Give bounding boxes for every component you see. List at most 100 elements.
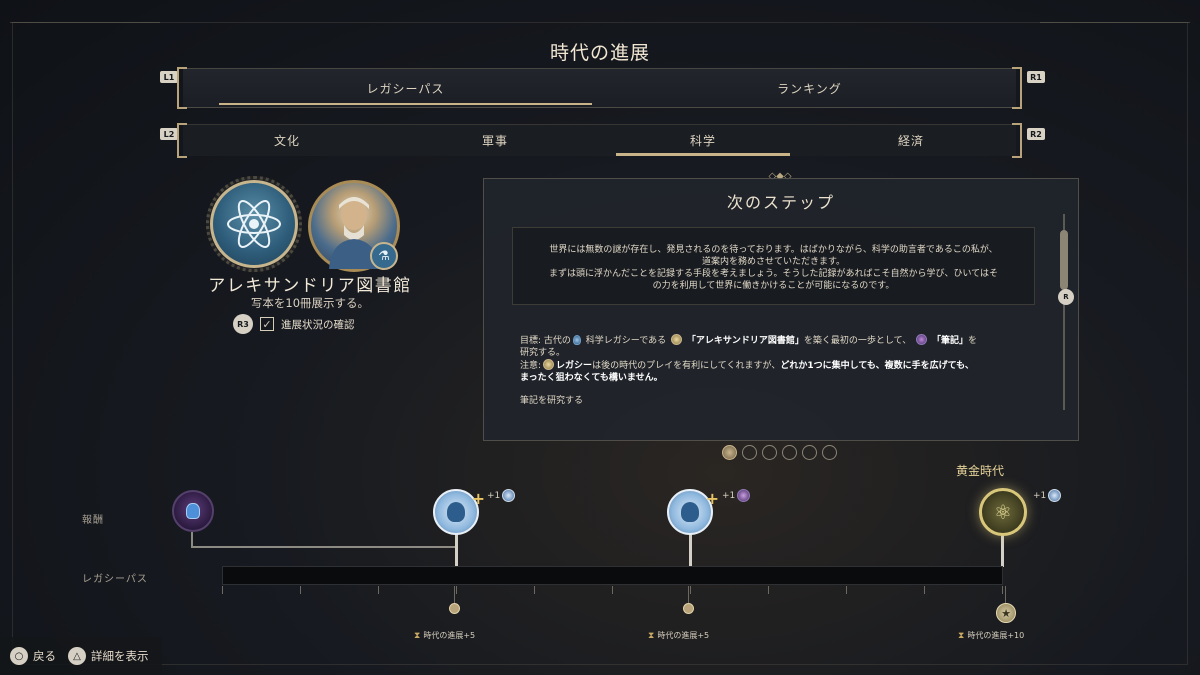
milestone-marker-icon[interactable] xyxy=(683,603,694,614)
milestone-line xyxy=(688,586,689,604)
track-tick xyxy=(300,586,301,594)
panel-title: 次のステップ xyxy=(726,193,835,212)
legacy-icon xyxy=(671,334,683,345)
note-line: 注意: レガシーは後の時代のプレイを有利にしてくれますが、どれか1つに集中しても、… xyxy=(520,359,1030,373)
note-line-2: まったく狙わなくても構いません。 xyxy=(520,372,663,383)
r1-button-hint[interactable]: R1 xyxy=(1027,71,1045,83)
quote-line: の力を利用して世界に働きかけることが可能になるのです。 xyxy=(652,281,895,291)
scientist-plus-icon[interactable]: + xyxy=(667,489,719,535)
track-tick xyxy=(456,586,457,594)
reward-stem xyxy=(1001,532,1004,567)
milestone-label: ⧗ 時代の進展+5 xyxy=(414,630,475,641)
hourglass-icon: ⧗ xyxy=(958,630,965,641)
research-writing-link[interactable]: 筆記を研究する xyxy=(520,393,583,406)
golden-atom-icon[interactable]: ⚛ xyxy=(979,488,1027,536)
tab-economy[interactable]: 経済 xyxy=(807,125,1015,156)
panel-scrollbar[interactable] xyxy=(1060,214,1068,410)
reward-bonus: +1 xyxy=(1033,489,1062,502)
milestone-text: 時代の進展+5 xyxy=(657,631,710,640)
note-bold: レガシー xyxy=(556,361,593,371)
milestone-line xyxy=(454,586,455,604)
bonus-text: +1 xyxy=(487,490,501,501)
tab-military[interactable]: 軍事 xyxy=(391,125,599,156)
reward-stem xyxy=(455,530,458,567)
track-tick xyxy=(846,586,847,594)
legacy-progress-track xyxy=(222,566,1003,585)
flask-icon xyxy=(186,503,200,519)
tab-ranking[interactable]: ランキング xyxy=(603,69,1016,107)
l1-button-hint[interactable]: L1 xyxy=(160,71,178,83)
reward-bonus: +1 xyxy=(722,489,751,502)
scientist-plus-icon[interactable]: + xyxy=(433,489,485,535)
triangle-button-icon: △ xyxy=(68,647,86,665)
show-details-button[interactable]: △ 詳細を表示 xyxy=(68,647,149,665)
quote-line: まずは頭に浮かんだことを記録する手段を考えましょう。そうした記録があればこそ自然… xyxy=(548,269,998,279)
goal-prefix: 目標: 古代の xyxy=(520,336,571,346)
pager-dot[interactable] xyxy=(822,445,837,460)
science-badge-icon xyxy=(1048,489,1062,502)
r-stick-scroll-hint[interactable]: R xyxy=(1058,289,1074,305)
progress-checkbox[interactable]: ✓ xyxy=(260,317,274,331)
pager-dot[interactable] xyxy=(722,445,737,460)
note-prefix: 注意: xyxy=(520,361,542,371)
hourglass-icon: ⧗ xyxy=(414,630,421,641)
goal-suffix: を xyxy=(967,336,977,346)
category-tab-bar: 文化 軍事 科学 経済 xyxy=(177,123,1022,158)
back-button[interactable]: ○ 戻る xyxy=(10,647,56,665)
science-badge-icon xyxy=(502,489,516,502)
bonus-text: +1 xyxy=(1033,490,1047,501)
pager-dot[interactable] xyxy=(742,445,757,460)
back-label: 戻る xyxy=(33,649,56,663)
goal-tech: 「筆記」 xyxy=(931,336,968,346)
check-progress-label: 進展状況の確認 xyxy=(281,318,355,331)
tab-label: 経済 xyxy=(897,134,924,148)
pager-dot[interactable] xyxy=(802,445,817,460)
check-progress-button[interactable]: R3 ✓ 進展状況の確認 xyxy=(233,314,355,334)
note-mid: は後の時代のプレイを有利にしてくれますが、 xyxy=(592,361,781,371)
pager-dot[interactable] xyxy=(762,445,777,460)
goal-line: 目標: 古代の 科学レガシーである 「アレキサンドリア図書館」を築く最初の一歩と… xyxy=(520,334,1030,348)
page-title: 時代の進展 xyxy=(549,42,650,64)
reward-bonus: +1 xyxy=(487,489,516,502)
tab-legacy-path[interactable]: レガシーパス xyxy=(183,69,628,107)
scroll-thumb[interactable] xyxy=(1060,230,1068,290)
science-drop-icon xyxy=(572,335,581,345)
advisor-quote: 世界には無数の謎が存在し、発見されるのを待っております。はばかりながら、科学の助… xyxy=(512,227,1035,305)
active-tab-underline xyxy=(615,153,791,156)
milestone-line xyxy=(1005,586,1006,604)
tab-label: 科学 xyxy=(689,134,716,148)
writing-badge-icon xyxy=(737,489,751,502)
tab-culture[interactable]: 文化 xyxy=(183,125,391,156)
atom-icon xyxy=(227,200,281,248)
next-step-panel: 次のステップ 世界には無数の謎が存在し、発見されるのを待っております。はばかりな… xyxy=(483,178,1079,441)
bonus-text: +1 xyxy=(722,490,736,501)
goal-legacy: 「アレキサンドリア図書館」 xyxy=(686,336,804,346)
plus-icon: + xyxy=(705,489,719,508)
track-tick xyxy=(690,586,691,594)
r2-button-hint[interactable]: R2 xyxy=(1027,128,1045,140)
track-tick xyxy=(378,586,379,594)
tab-science[interactable]: 科学 xyxy=(599,125,807,156)
goal-mid: を築く最初の一歩として、 xyxy=(803,336,912,346)
track-tick xyxy=(534,586,535,594)
legacy-description: 写本を10冊展示する。 xyxy=(250,296,370,310)
pager-dot[interactable] xyxy=(782,445,797,460)
science-potion-icon[interactable] xyxy=(172,490,214,532)
active-tab-underline xyxy=(218,103,593,105)
reward-connector xyxy=(191,546,457,548)
tab-label: 文化 xyxy=(273,134,300,148)
circle-button-icon: ○ xyxy=(10,647,28,665)
science-atom-emblem-icon xyxy=(210,180,298,268)
objective-text: 目標: 古代の 科学レガシーである 「アレキサンドリア図書館」を築く最初の一歩と… xyxy=(520,334,1030,384)
track-tick xyxy=(1002,586,1003,594)
star-milestone-icon[interactable]: ★ xyxy=(996,603,1016,623)
quote-line: 世界には無数の謎が存在し、発見されるのを待っております。はばかりながら、科学の助… xyxy=(549,245,998,255)
r3-button-hint: R3 xyxy=(233,314,253,334)
quote-line: 道案内を務めさせていただきます。 xyxy=(701,257,846,267)
goal-mid: 科学レガシーである xyxy=(585,336,667,346)
l2-button-hint[interactable]: L2 xyxy=(160,128,178,140)
milestone-marker-icon[interactable] xyxy=(449,603,460,614)
track-tick xyxy=(222,586,223,594)
milestone-label: ⧗ 時代の進展+10 xyxy=(958,630,1024,641)
footer-hints: ○ 戻る △ 詳細を表示 xyxy=(0,637,162,675)
